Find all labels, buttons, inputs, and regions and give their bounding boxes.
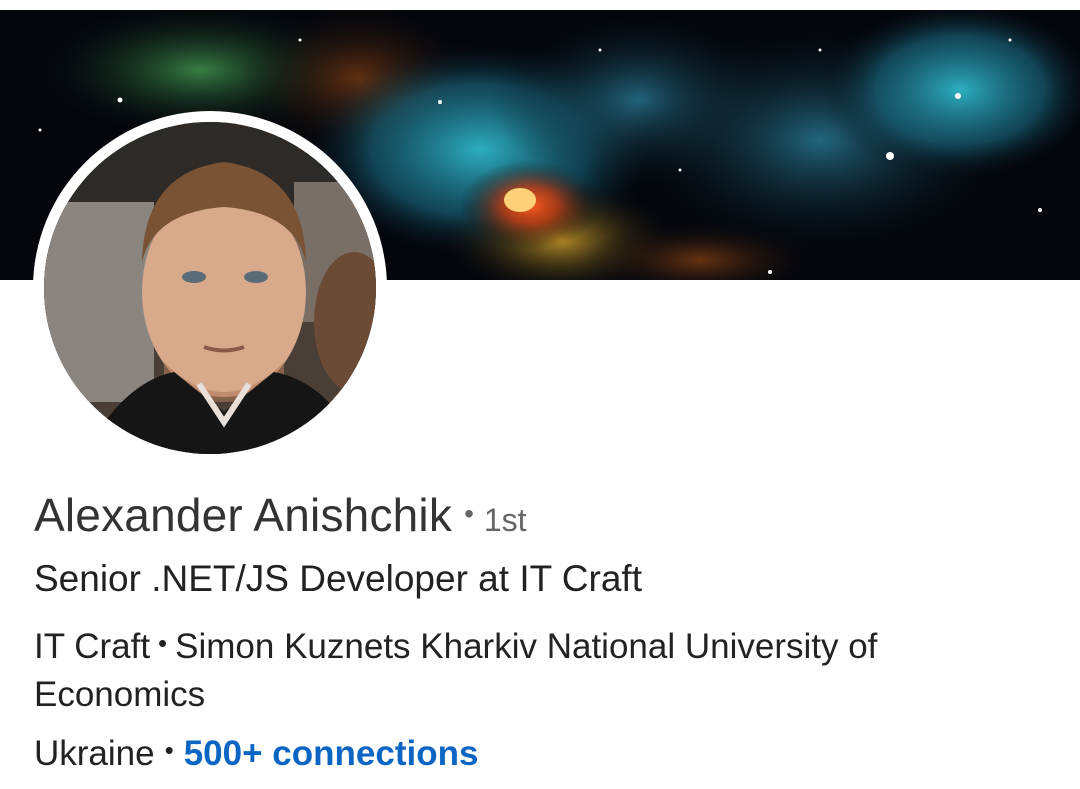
company-education: IT Craft • Simon Kuznets Kharkiv National …: [34, 624, 1014, 717]
location: Ukraine: [34, 734, 155, 773]
current-company[interactable]: IT Craft: [34, 627, 150, 666]
connection-degree: 1st: [483, 502, 527, 538]
name-row: Alexander Anishchik • 1st: [34, 488, 527, 542]
avatar[interactable]: [44, 122, 376, 454]
profile-photo: [44, 122, 376, 454]
name-separator: •: [464, 498, 474, 529]
location-row: Ukraine • 500+ connections: [34, 734, 478, 774]
profile-card: Alexander Anishchik • 1st Senior .NET/JS D…: [0, 0, 1080, 789]
connections-link[interactable]: 500+ connections: [184, 734, 479, 773]
location-separator: •: [164, 735, 174, 765]
profile-headline: Senior .NET/JS Developer at IT Craft: [34, 558, 642, 599]
profile-name: Alexander Anishchik: [34, 489, 453, 541]
company-separator: •: [158, 628, 168, 658]
top-strip: [0, 0, 1080, 10]
